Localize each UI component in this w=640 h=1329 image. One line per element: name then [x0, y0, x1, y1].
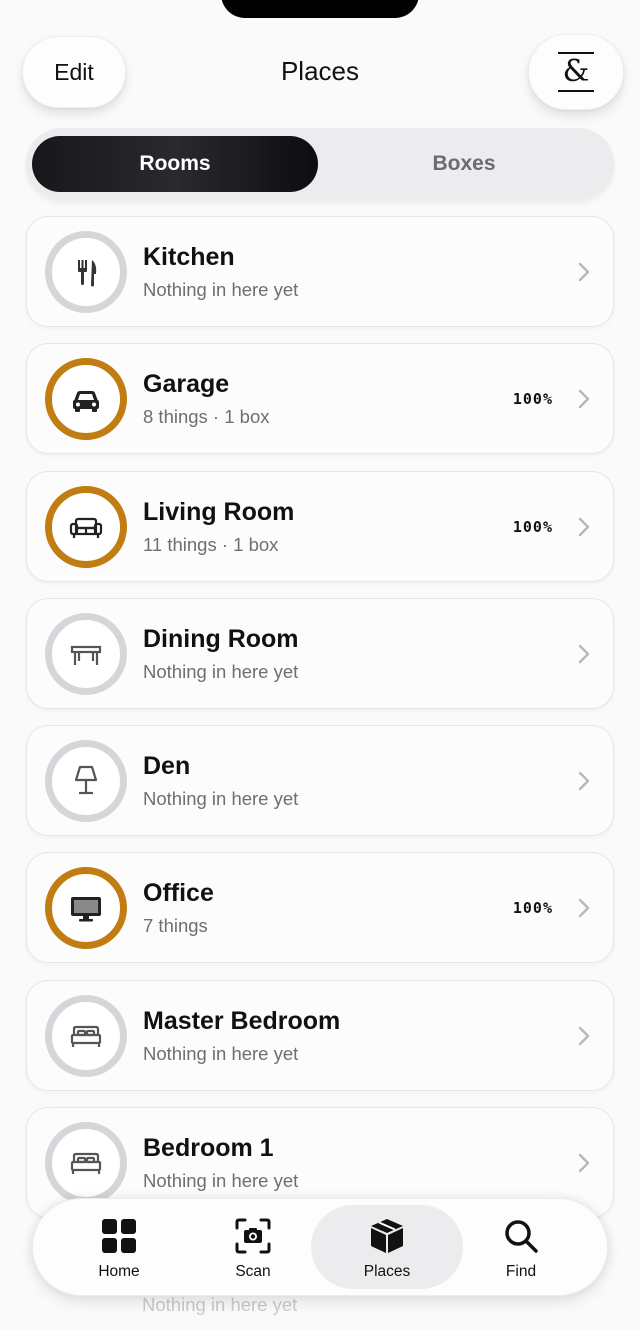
room-subtitle: Nothing in here yet [143, 788, 299, 810]
fork-knife-icon [78, 260, 97, 287]
room-progress-ring [45, 1122, 127, 1205]
chevron-right-icon [578, 644, 590, 664]
room-row[interactable]: Living Room 11 things · 1 box 100% [26, 470, 614, 582]
header: Edit Places & [0, 0, 640, 120]
grid-icon [102, 1219, 136, 1253]
room-progress-ring [45, 485, 127, 568]
tab-home-label: Home [98, 1263, 140, 1280]
bed-icon [70, 1152, 102, 1175]
room-subtitle: 11 things · 1 box [143, 533, 279, 555]
room-row[interactable]: Dining Room Nothing in here yet [26, 597, 614, 709]
room-subtitle: Nothing in here yet [143, 1042, 299, 1064]
monitor-icon [71, 897, 101, 922]
room-progress-ring [45, 612, 127, 695]
rooms-boxes-segmented-control: Rooms Boxes [26, 128, 614, 200]
camera-scan-icon [235, 1218, 271, 1254]
room-name: Den [143, 752, 191, 781]
search-icon [505, 1220, 538, 1253]
tab-find-label: Find [505, 1263, 537, 1280]
chevron-right-icon [578, 517, 590, 536]
room-name: Office [143, 879, 214, 908]
chevron-right-icon [578, 771, 590, 791]
chevron-right-icon [578, 1026, 590, 1045]
chevron-right-icon [578, 262, 590, 282]
room-progress-ring [45, 740, 127, 823]
room-percent-label: 100% [512, 517, 553, 536]
room-name: Kitchen [143, 243, 235, 271]
room-row[interactable]: Den Nothing in here yet [26, 725, 614, 837]
tab-places-label: Places [363, 1263, 411, 1280]
room-progress-ring [45, 994, 127, 1077]
chevron-right-icon [578, 899, 590, 918]
app-logo-button[interactable]: & [528, 34, 624, 110]
room-subtitle: Nothing in here yet [143, 1170, 299, 1192]
car-icon [73, 391, 99, 413]
list-item-subtitle-peek: Nothing in here yet [142, 1294, 298, 1315]
room-name: Dining Room [143, 624, 299, 653]
room-subtitle: 7 things [143, 915, 208, 937]
room-subtitle: 8 things · 1 box [143, 406, 270, 428]
lamp-icon [74, 766, 98, 795]
room-subtitle: Nothing in here yet [143, 660, 299, 682]
chevron-right-icon [578, 1153, 590, 1173]
tab-scan-label: Scan [235, 1263, 271, 1280]
tab-home[interactable]: Home [43, 1205, 195, 1289]
room-row[interactable]: Office 7 things 100% [26, 852, 614, 964]
room-progress-ring [45, 358, 127, 441]
room-percent-label: 100% [512, 899, 553, 918]
room-name: Master Bedroom [143, 1006, 341, 1035]
chevron-right-icon [578, 390, 590, 409]
room-percent-label: 100% [512, 390, 553, 409]
tab-find[interactable]: Find [445, 1205, 597, 1289]
table-icon [70, 645, 102, 665]
tab-places[interactable]: Places [311, 1205, 463, 1289]
segment-boxes[interactable]: Boxes [320, 136, 608, 192]
room-progress-ring [45, 231, 127, 313]
room-subtitle: Nothing in here yet [143, 279, 299, 300]
room-name: Living Room [143, 497, 295, 526]
room-row[interactable]: Master Bedroom Nothing in here yet [26, 979, 614, 1091]
tab-bar: Home Scan Places Find [32, 1198, 608, 1296]
room-name: Garage [143, 370, 230, 399]
room-row[interactable]: Garage 8 things · 1 box 100% [26, 343, 614, 455]
segment-rooms[interactable]: Rooms [32, 136, 318, 192]
sofa-icon [69, 517, 103, 538]
room-progress-ring [45, 867, 127, 950]
ampersand-logo-icon: & [558, 52, 594, 92]
bed-icon [70, 1025, 102, 1047]
room-name: Bedroom 1 [143, 1134, 274, 1163]
room-row[interactable]: Kitchen Nothing in here yet [26, 216, 614, 327]
tab-scan[interactable]: Scan [177, 1205, 329, 1289]
box-icon [371, 1219, 403, 1253]
rooms-list: Kitchen Nothing in here yet Garage 8 things… [26, 216, 614, 1234]
